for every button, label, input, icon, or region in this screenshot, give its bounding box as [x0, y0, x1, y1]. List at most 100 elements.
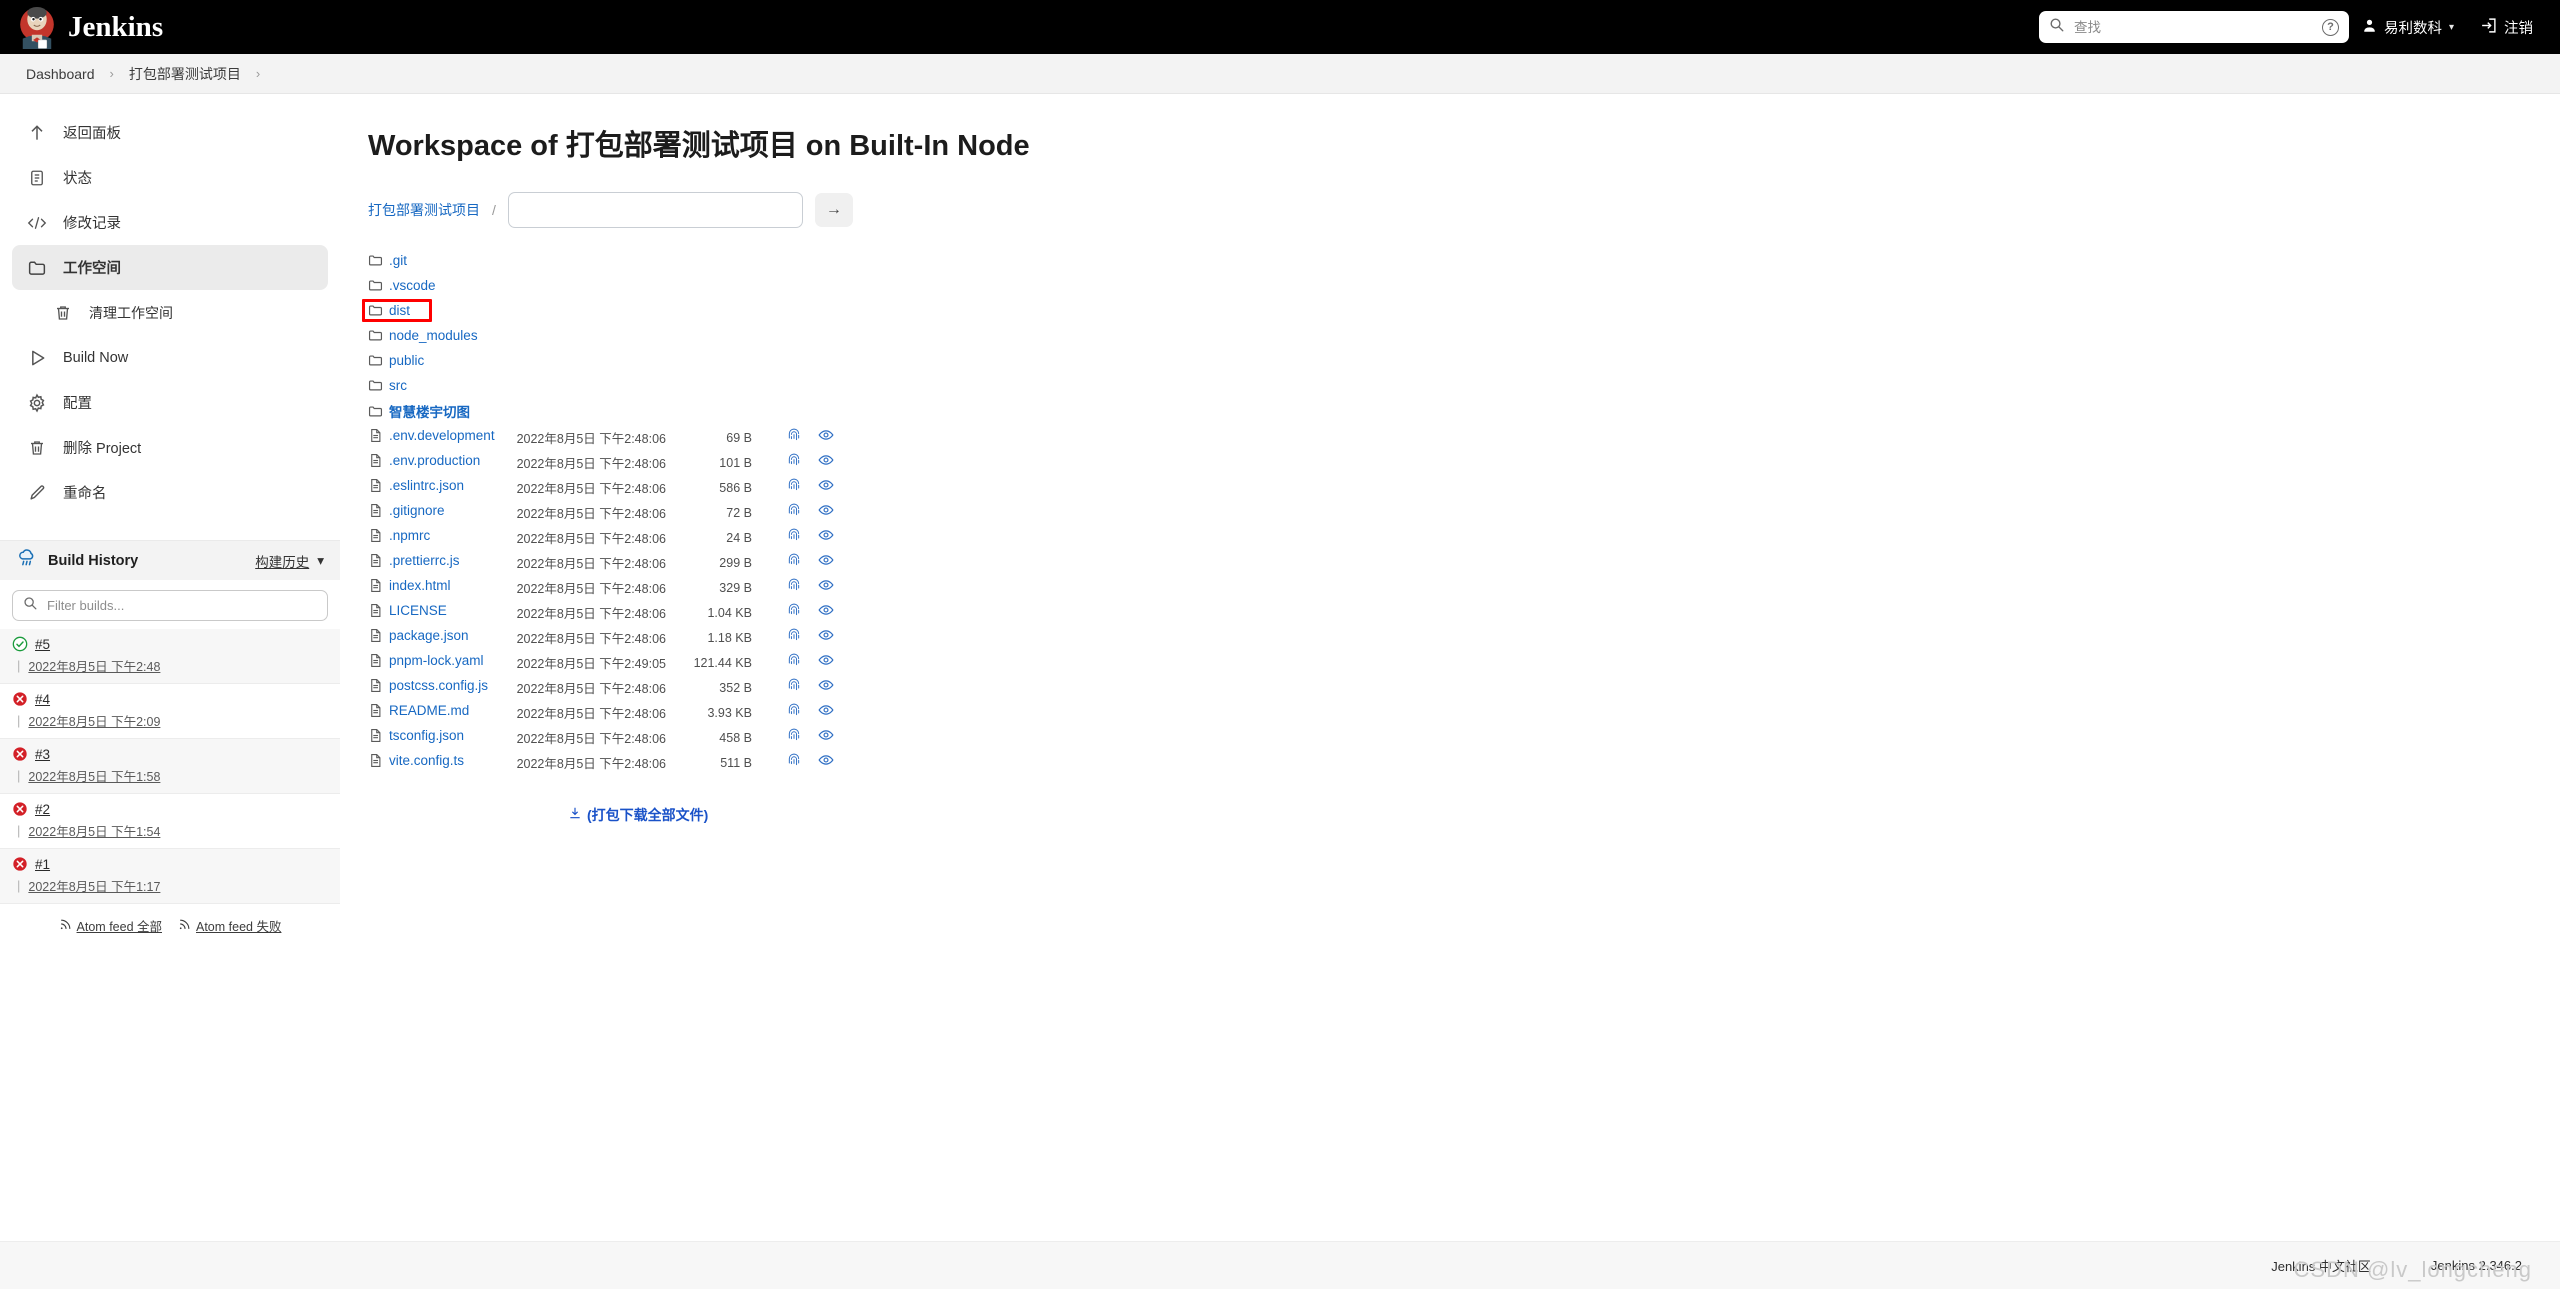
directory-row[interactable]: public: [368, 350, 842, 375]
path-go-button[interactable]: →: [814, 193, 853, 227]
fingerprint-icon[interactable]: [786, 503, 802, 522]
build-row[interactable]: #5 | 2022年8月5日 下午2:48: [0, 629, 340, 684]
build-date-link[interactable]: 2022年8月5日 下午1:58: [28, 766, 160, 785]
jenkins-home-link[interactable]: Jenkins: [16, 5, 163, 49]
file-row[interactable]: package.json 2022年8月5日 下午2:48:06 1.18 KB: [368, 625, 842, 650]
sidebar-item-5[interactable]: Build Now: [12, 335, 328, 380]
file-link[interactable]: index.html: [368, 578, 451, 593]
eye-icon[interactable]: [818, 730, 834, 747]
file-link[interactable]: pnpm-lock.yaml: [368, 653, 484, 668]
directory-link[interactable]: public: [368, 353, 424, 368]
directory-link[interactable]: .vscode: [368, 278, 436, 293]
file-link[interactable]: .eslintrc.json: [368, 478, 464, 493]
sidebar-item-3[interactable]: 工作空间: [12, 245, 328, 290]
eye-icon[interactable]: [818, 655, 834, 672]
directory-link[interactable]: .git: [368, 253, 407, 268]
file-link[interactable]: postcss.config.js: [368, 678, 488, 693]
build-date-link[interactable]: 2022年8月5日 下午2:09: [28, 711, 160, 730]
build-number-link[interactable]: #3: [35, 747, 50, 762]
file-row[interactable]: postcss.config.js 2022年8月5日 下午2:48:06 352 …: [368, 675, 842, 700]
sidebar-item-4[interactable]: 清理工作空间: [12, 290, 328, 335]
eye-icon[interactable]: [818, 755, 834, 772]
build-filter-input[interactable]: [45, 597, 317, 614]
eye-icon[interactable]: [818, 705, 834, 722]
file-link[interactable]: .prettierrc.js: [368, 553, 460, 568]
footer-community-link[interactable]: Jenkins 中文社区: [2271, 1256, 2371, 1275]
file-row[interactable]: index.html 2022年8月5日 下午2:48:06 329 B: [368, 575, 842, 600]
file-row[interactable]: vite.config.ts 2022年8月5日 下午2:48:06 511 B: [368, 750, 842, 775]
eye-icon[interactable]: [818, 680, 834, 697]
file-link[interactable]: .env.development: [368, 428, 495, 443]
file-link[interactable]: LICENSE: [368, 603, 447, 618]
directory-link[interactable]: 智慧楼宇切图: [368, 401, 470, 421]
fingerprint-icon[interactable]: [786, 578, 802, 597]
directory-link[interactable]: dist: [368, 303, 410, 318]
help-icon[interactable]: ?: [2321, 18, 2339, 36]
fingerprint-icon[interactable]: [786, 603, 802, 622]
eye-icon[interactable]: [818, 430, 834, 447]
directory-link[interactable]: src: [368, 378, 407, 393]
build-number-link[interactable]: #5: [35, 637, 50, 652]
file-row[interactable]: pnpm-lock.yaml 2022年8月5日 下午2:49:05 121.44 …: [368, 650, 842, 675]
sidebar-item-6[interactable]: 配置: [12, 380, 328, 425]
fingerprint-icon[interactable]: [786, 528, 802, 547]
search-input[interactable]: [2071, 18, 2314, 36]
build-row[interactable]: #2 | 2022年8月5日 下午1:54: [0, 794, 340, 849]
directory-row[interactable]: .vscode: [368, 275, 842, 300]
user-menu[interactable]: 易利数科 ▾: [2349, 0, 2467, 54]
file-row[interactable]: .eslintrc.json 2022年8月5日 下午2:48:06 586 B: [368, 475, 842, 500]
global-search[interactable]: ?: [2038, 11, 2349, 43]
sidebar-item-7[interactable]: 删除 Project: [12, 425, 328, 470]
directory-row[interactable]: 智慧楼宇切图: [368, 400, 842, 425]
build-number-link[interactable]: #2: [35, 802, 50, 817]
fingerprint-icon[interactable]: [786, 428, 802, 447]
eye-icon[interactable]: [818, 555, 834, 572]
file-row[interactable]: tsconfig.json 2022年8月5日 下午2:48:06 458 B: [368, 725, 842, 750]
sidebar-item-0[interactable]: 返回面板: [12, 110, 328, 155]
file-row[interactable]: LICENSE 2022年8月5日 下午2:48:06 1.04 KB: [368, 600, 842, 625]
fingerprint-icon[interactable]: [786, 678, 802, 697]
directory-row[interactable]: dist: [368, 300, 842, 325]
fingerprint-icon[interactable]: [786, 728, 802, 747]
file-row[interactable]: .npmrc 2022年8月5日 下午2:48:06 24 B: [368, 525, 842, 550]
directory-row[interactable]: node_modules: [368, 325, 842, 350]
eye-icon[interactable]: [818, 480, 834, 497]
file-link[interactable]: .npmrc: [368, 528, 430, 543]
breadcrumb-item-project[interactable]: 打包部署测试项目: [121, 61, 249, 87]
workspace-root-link[interactable]: 打包部署测试项目: [368, 200, 480, 220]
build-date-link[interactable]: 2022年8月5日 下午2:48: [28, 656, 160, 675]
build-filter[interactable]: [12, 590, 328, 621]
fingerprint-icon[interactable]: [786, 753, 802, 772]
directory-link[interactable]: node_modules: [368, 328, 478, 343]
file-row[interactable]: README.md 2022年8月5日 下午2:48:06 3.93 KB: [368, 700, 842, 725]
build-number-link[interactable]: #4: [35, 692, 50, 707]
build-date-link[interactable]: 2022年8月5日 下午1:17: [28, 876, 160, 895]
eye-icon[interactable]: [818, 580, 834, 597]
build-number-link[interactable]: #1: [35, 857, 50, 872]
build-row[interactable]: #4 | 2022年8月5日 下午2:09: [0, 684, 340, 739]
build-row[interactable]: #1 | 2022年8月5日 下午1:17: [0, 849, 340, 904]
build-date-link[interactable]: 2022年8月5日 下午1:54: [28, 821, 160, 840]
directory-row[interactable]: .git: [368, 250, 842, 275]
eye-icon[interactable]: [818, 605, 834, 622]
sidebar-item-2[interactable]: 修改记录: [12, 200, 328, 245]
file-row[interactable]: .env.production 2022年8月5日 下午2:48:06 101 B: [368, 450, 842, 475]
file-link[interactable]: package.json: [368, 628, 469, 643]
atom-feed-failed-link[interactable]: Atom feed 失败: [178, 916, 281, 935]
atom-feed-all-link[interactable]: Atom feed 全部: [59, 916, 162, 935]
build-trend-link[interactable]: 构建历史 ▾: [255, 551, 324, 571]
file-row[interactable]: .gitignore 2022年8月5日 下午2:48:06 72 B: [368, 500, 842, 525]
eye-icon[interactable]: [818, 455, 834, 472]
file-link[interactable]: .gitignore: [368, 503, 445, 518]
file-link[interactable]: vite.config.ts: [368, 753, 464, 768]
directory-row[interactable]: src: [368, 375, 842, 400]
file-link[interactable]: .env.production: [368, 453, 480, 468]
eye-icon[interactable]: [818, 505, 834, 522]
fingerprint-icon[interactable]: [786, 453, 802, 472]
build-row[interactable]: #3 | 2022年8月5日 下午1:58: [0, 739, 340, 794]
fingerprint-icon[interactable]: [786, 628, 802, 647]
file-row[interactable]: .prettierrc.js 2022年8月5日 下午2:48:06 299 B: [368, 550, 842, 575]
download-all-link[interactable]: (打包下载全部文件): [587, 805, 708, 825]
file-link[interactable]: README.md: [368, 703, 469, 718]
eye-icon[interactable]: [818, 530, 834, 547]
